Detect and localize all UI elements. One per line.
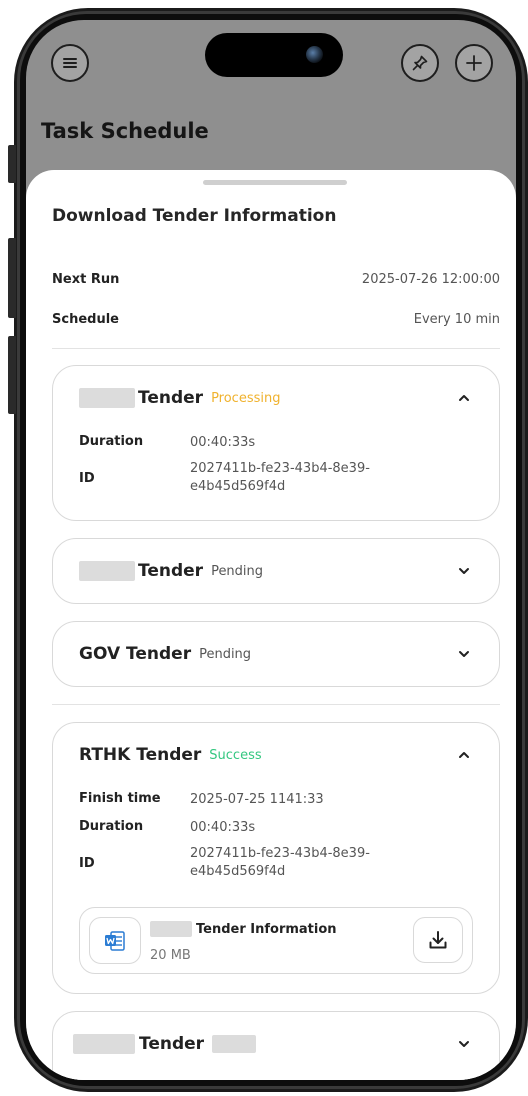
- task-card-2[interactable]: Tender Pending: [52, 538, 500, 604]
- camera-lens: [306, 46, 323, 63]
- schedule-row: Schedule Every 10 min: [52, 312, 500, 327]
- schedule-value: Every 10 min: [413, 312, 500, 327]
- download-button[interactable]: [413, 917, 463, 963]
- dynamic-island: [205, 33, 343, 77]
- id-value-line2: e4b45d569f4d: [190, 864, 286, 879]
- id-value-line2: e4b45d569f4d: [190, 479, 286, 494]
- id-value-line1: 2027411b-fe23-43b4-8e39-: [190, 461, 370, 476]
- menu-button[interactable]: [51, 44, 89, 82]
- pin-icon: [412, 55, 428, 71]
- id-label: ID: [79, 855, 95, 871]
- side-button-volume-down: [8, 336, 16, 414]
- pin-button[interactable]: [401, 44, 439, 82]
- file-name: Tender Information: [150, 921, 337, 937]
- status-badge: Processing: [211, 390, 281, 406]
- file-attachment[interactable]: Tender Information 20 MB: [79, 907, 473, 974]
- next-run-row: Next Run 2025-07-26 12:00:00: [52, 272, 500, 287]
- duration-label: Duration: [79, 819, 144, 834]
- task-card-5[interactable]: Tender: [52, 1011, 500, 1080]
- menu-icon: [63, 58, 77, 68]
- chevron-up-icon[interactable]: [457, 391, 471, 405]
- task-card-header[interactable]: Tender Pending: [79, 539, 471, 603]
- task-card-header[interactable]: Tender: [73, 1012, 471, 1076]
- redacted-name: [73, 1034, 135, 1054]
- task-name: Tender: [139, 1034, 205, 1054]
- redacted-status: [212, 1035, 257, 1053]
- plus-icon: [466, 55, 482, 71]
- page-title: Task Schedule: [41, 119, 209, 143]
- divider: [52, 704, 500, 705]
- finish-time-label: Finish time: [79, 791, 161, 806]
- id-label: ID: [79, 470, 95, 486]
- id-value-line1: 2027411b-fe23-43b4-8e39-: [190, 846, 370, 861]
- task-name: Tender: [138, 388, 204, 408]
- task-card-header[interactable]: GOV Tender Pending: [79, 622, 471, 686]
- file-size-value: 20: [150, 948, 167, 963]
- id-value: 2027411b-fe23-43b4-8e39- e4b45d569f4d: [190, 845, 370, 881]
- duration-label: Duration: [79, 434, 144, 449]
- next-run-label: Next Run: [52, 272, 120, 287]
- duration-value: 00:40:33s: [190, 820, 256, 835]
- finish-time-value: 2025-07-25 1141:33: [190, 792, 324, 807]
- chevron-up-icon[interactable]: [457, 748, 471, 762]
- status-badge: Pending: [199, 646, 252, 662]
- duration-row: Duration 00:40:33s: [79, 819, 479, 837]
- duration-row: Duration 00:40:33s: [79, 434, 479, 452]
- side-button-mute: [8, 145, 16, 183]
- id-value: 2027411b-fe23-43b4-8e39- e4b45d569f4d: [190, 460, 370, 496]
- task-card-header[interactable]: Tender Processing: [79, 366, 471, 430]
- side-button-volume-up: [8, 238, 16, 318]
- id-row: ID 2027411b-fe23-43b4-8e39- e4b45d569f4d: [79, 460, 479, 496]
- redacted-name: [79, 388, 135, 408]
- word-doc-icon: [89, 917, 141, 964]
- status-badge: Success: [209, 747, 262, 763]
- divider: [52, 348, 500, 349]
- add-button[interactable]: [455, 44, 493, 82]
- screen: Task Schedule Download Tender Informatio…: [26, 20, 516, 1080]
- finish-time-row: Finish time 2025-07-25 1141:33: [79, 791, 479, 809]
- file-size: 20 MB: [150, 948, 191, 963]
- redacted-name: [79, 561, 135, 581]
- task-card-3[interactable]: GOV Tender Pending: [52, 621, 500, 687]
- bottom-sheet: Download Tender Information Next Run 202…: [26, 170, 516, 1080]
- chevron-down-icon[interactable]: [457, 647, 471, 661]
- file-size-unit: MB: [170, 948, 191, 963]
- chevron-down-icon[interactable]: [457, 564, 471, 578]
- download-icon: [429, 931, 447, 949]
- redacted-name: [150, 921, 192, 937]
- chevron-down-icon[interactable]: [457, 1037, 471, 1051]
- id-row: ID 2027411b-fe23-43b4-8e39- e4b45d569f4d: [79, 845, 479, 881]
- sheet-title: Download Tender Information: [52, 206, 337, 226]
- schedule-label: Schedule: [52, 312, 119, 327]
- next-run-value: 2025-07-26 12:00:00: [361, 272, 500, 287]
- sheet-grabber[interactable]: [203, 180, 347, 185]
- task-name: RTHK Tender: [79, 745, 202, 765]
- status-badge: Pending: [211, 563, 264, 579]
- task-card-4: RTHK Tender Success Finish time 2025-07-…: [52, 722, 500, 994]
- task-card-header[interactable]: RTHK Tender Success: [79, 723, 471, 787]
- task-name: GOV Tender: [79, 644, 192, 664]
- task-card-1: Tender Processing Duration 00:40:33s ID …: [52, 365, 500, 521]
- task-name: Tender: [138, 561, 204, 581]
- duration-value: 00:40:33s: [190, 435, 256, 450]
- file-name-text: Tender Information: [196, 921, 337, 937]
